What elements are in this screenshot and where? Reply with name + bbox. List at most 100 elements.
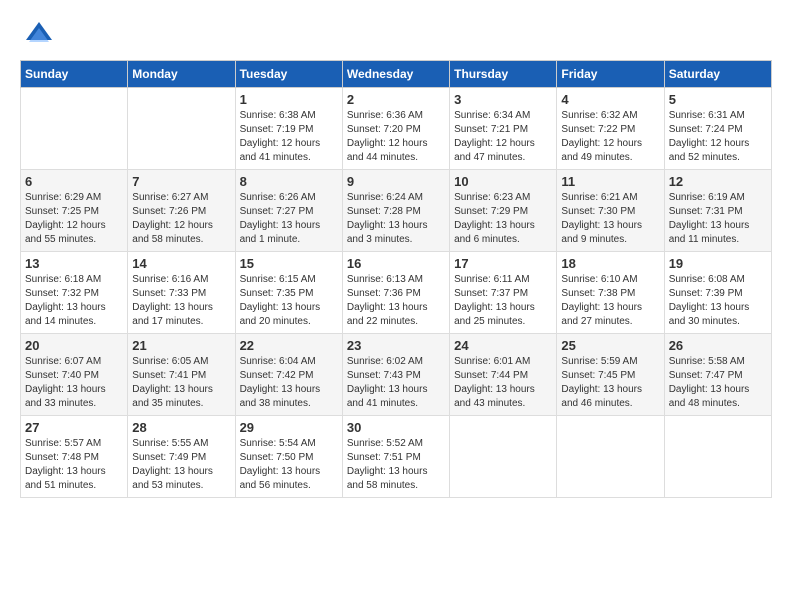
calendar-cell (21, 88, 128, 170)
weekday-header-tuesday: Tuesday (235, 61, 342, 88)
calendar-cell: 20Sunrise: 6:07 AMSunset: 7:40 PMDayligh… (21, 334, 128, 416)
day-info: Sunrise: 5:57 AMSunset: 7:48 PMDaylight:… (25, 437, 123, 493)
weekday-header-saturday: Saturday (664, 61, 771, 88)
day-info: Sunrise: 6:11 AMSunset: 7:37 PMDaylight:… (454, 273, 552, 329)
day-info: Sunrise: 6:10 AMSunset: 7:38 PMDaylight:… (561, 273, 659, 329)
day-number: 28 (132, 420, 230, 435)
calendar-cell: 29 Sunrise: 5:54 AMSunset: 7:50 PMDayligh… (235, 416, 342, 498)
day-number: 24 (454, 338, 552, 353)
weekday-header-monday: Monday (128, 61, 235, 88)
logo-icon (24, 20, 54, 50)
calendar-cell: 15 Sunrise: 6:15 AMSunset: 7:35 PMDayligh… (235, 252, 342, 334)
day-info: Sunrise: 6:05 AMSunset: 7:41 PMDaylight:… (132, 355, 230, 411)
calendar-cell: 13 Sunrise: 6:18 AMSunset: 7:32 PMDayligh… (21, 252, 128, 334)
day-number: 5 (669, 92, 767, 107)
day-number: 23 (347, 338, 445, 353)
weekday-header-row: SundayMondayTuesdayWednesdayThursdayFrid… (21, 61, 772, 88)
day-info: Sunrise: 6:31 AMSunset: 7:24 PMDaylight:… (669, 109, 767, 165)
day-number: 12 (669, 174, 767, 189)
day-number: 21 (132, 338, 230, 353)
calendar-cell: 5 Sunrise: 6:31 AMSunset: 7:24 PMDaylight… (664, 88, 771, 170)
header (20, 20, 772, 50)
calendar-cell: 7 Sunrise: 6:27 AMSunset: 7:26 PMDaylight… (128, 170, 235, 252)
weekday-header-thursday: Thursday (450, 61, 557, 88)
calendar-cell: 21 Sunrise: 6:05 AMSunset: 7:41 PMDayligh… (128, 334, 235, 416)
calendar-cell (557, 416, 664, 498)
day-info: Sunrise: 6:18 AMSunset: 7:32 PMDaylight:… (25, 273, 123, 329)
day-number: 15 (240, 256, 338, 271)
calendar-cell: 30 Sunrise: 5:52 AMSunset: 7:51 PMDayligh… (342, 416, 449, 498)
day-number: 30 (347, 420, 445, 435)
calendar-cell: 23Sunrise: 6:02 AMSunset: 7:43 PMDayligh… (342, 334, 449, 416)
calendar-cell: 24 Sunrise: 6:01 AMSunset: 7:44 PMDayligh… (450, 334, 557, 416)
day-number: 22 (240, 338, 338, 353)
day-info: Sunrise: 5:54 AMSunset: 7:50 PMDaylight:… (240, 437, 338, 493)
day-number: 27 (25, 420, 123, 435)
day-number: 8 (240, 174, 338, 189)
weekday-header-sunday: Sunday (21, 61, 128, 88)
calendar-cell: 22 Sunrise: 6:04 AMSunset: 7:42 PMDayligh… (235, 334, 342, 416)
day-info: Sunrise: 6:23 AMSunset: 7:29 PMDaylight:… (454, 191, 552, 247)
calendar-week-row: 27 Sunrise: 5:57 AMSunset: 7:48 PMDayligh… (21, 416, 772, 498)
day-info: Sunrise: 6:29 AMSunset: 7:25 PMDaylight:… (25, 191, 123, 247)
day-info: Sunrise: 6:21 AMSunset: 7:30 PMDaylight:… (561, 191, 659, 247)
day-info: Sunrise: 6:24 AMSunset: 7:28 PMDaylight:… (347, 191, 445, 247)
calendar-cell: 26 Sunrise: 5:58 AMSunset: 7:47 PMDayligh… (664, 334, 771, 416)
calendar-table: SundayMondayTuesdayWednesdayThursdayFrid… (20, 60, 772, 498)
calendar-cell: 1 Sunrise: 6:38 AMSunset: 7:19 PMDaylight… (235, 88, 342, 170)
day-number: 4 (561, 92, 659, 107)
day-number: 26 (669, 338, 767, 353)
day-number: 10 (454, 174, 552, 189)
day-number: 1 (240, 92, 338, 107)
day-info: Sunrise: 6:15 AMSunset: 7:35 PMDaylight:… (240, 273, 338, 329)
day-info: Sunrise: 6:38 AMSunset: 7:19 PMDaylight:… (240, 109, 338, 165)
calendar-cell: 18 Sunrise: 6:10 AMSunset: 7:38 PMDayligh… (557, 252, 664, 334)
calendar-cell: 27 Sunrise: 5:57 AMSunset: 7:48 PMDayligh… (21, 416, 128, 498)
day-info: Sunrise: 5:52 AMSunset: 7:51 PMDaylight:… (347, 437, 445, 493)
day-number: 3 (454, 92, 552, 107)
calendar-cell: 4Sunrise: 6:32 AMSunset: 7:22 PMDaylight… (557, 88, 664, 170)
day-number: 19 (669, 256, 767, 271)
day-number: 7 (132, 174, 230, 189)
calendar-week-row: 20Sunrise: 6:07 AMSunset: 7:40 PMDayligh… (21, 334, 772, 416)
calendar-cell: 25Sunrise: 5:59 AMSunset: 7:45 PMDayligh… (557, 334, 664, 416)
calendar-cell: 3 Sunrise: 6:34 AMSunset: 7:21 PMDaylight… (450, 88, 557, 170)
day-info: Sunrise: 6:36 AMSunset: 7:20 PMDaylight:… (347, 109, 445, 165)
day-info: Sunrise: 6:13 AMSunset: 7:36 PMDaylight:… (347, 273, 445, 329)
calendar-cell: 9 Sunrise: 6:24 AMSunset: 7:28 PMDaylight… (342, 170, 449, 252)
day-number: 20 (25, 338, 123, 353)
day-number: 11 (561, 174, 659, 189)
calendar-cell: 2 Sunrise: 6:36 AMSunset: 7:20 PMDaylight… (342, 88, 449, 170)
day-number: 29 (240, 420, 338, 435)
day-number: 16 (347, 256, 445, 271)
day-info: Sunrise: 6:01 AMSunset: 7:44 PMDaylight:… (454, 355, 552, 411)
calendar-cell: 14Sunrise: 6:16 AMSunset: 7:33 PMDayligh… (128, 252, 235, 334)
calendar-cell (450, 416, 557, 498)
day-info: Sunrise: 6:27 AMSunset: 7:26 PMDaylight:… (132, 191, 230, 247)
day-number: 6 (25, 174, 123, 189)
day-number: 13 (25, 256, 123, 271)
logo (20, 20, 54, 50)
day-info: Sunrise: 5:59 AMSunset: 7:45 PMDaylight:… (561, 355, 659, 411)
day-number: 9 (347, 174, 445, 189)
day-number: 18 (561, 256, 659, 271)
day-info: Sunrise: 6:34 AMSunset: 7:21 PMDaylight:… (454, 109, 552, 165)
day-info: Sunrise: 6:16 AMSunset: 7:33 PMDaylight:… (132, 273, 230, 329)
calendar-cell: 28 Sunrise: 5:55 AMSunset: 7:49 PMDayligh… (128, 416, 235, 498)
calendar-week-row: 1 Sunrise: 6:38 AMSunset: 7:19 PMDaylight… (21, 88, 772, 170)
calendar-cell (128, 88, 235, 170)
calendar-cell: 17Sunrise: 6:11 AMSunset: 7:37 PMDayligh… (450, 252, 557, 334)
day-info: Sunrise: 6:26 AMSunset: 7:27 PMDaylight:… (240, 191, 338, 247)
day-info: Sunrise: 6:04 AMSunset: 7:42 PMDaylight:… (240, 355, 338, 411)
calendar-cell: 12 Sunrise: 6:19 AMSunset: 7:31 PMDayligh… (664, 170, 771, 252)
day-info: Sunrise: 5:55 AMSunset: 7:49 PMDaylight:… (132, 437, 230, 493)
calendar-cell: 8 Sunrise: 6:26 AMSunset: 7:27 PMDaylight… (235, 170, 342, 252)
day-number: 2 (347, 92, 445, 107)
day-info: Sunrise: 5:58 AMSunset: 7:47 PMDaylight:… (669, 355, 767, 411)
weekday-header-wednesday: Wednesday (342, 61, 449, 88)
calendar-cell: 10 Sunrise: 6:23 AMSunset: 7:29 PMDayligh… (450, 170, 557, 252)
day-info: Sunrise: 6:08 AMSunset: 7:39 PMDaylight:… (669, 273, 767, 329)
day-info: Sunrise: 6:19 AMSunset: 7:31 PMDaylight:… (669, 191, 767, 247)
calendar-week-row: 13 Sunrise: 6:18 AMSunset: 7:32 PMDayligh… (21, 252, 772, 334)
calendar-cell: 19 Sunrise: 6:08 AMSunset: 7:39 PMDayligh… (664, 252, 771, 334)
